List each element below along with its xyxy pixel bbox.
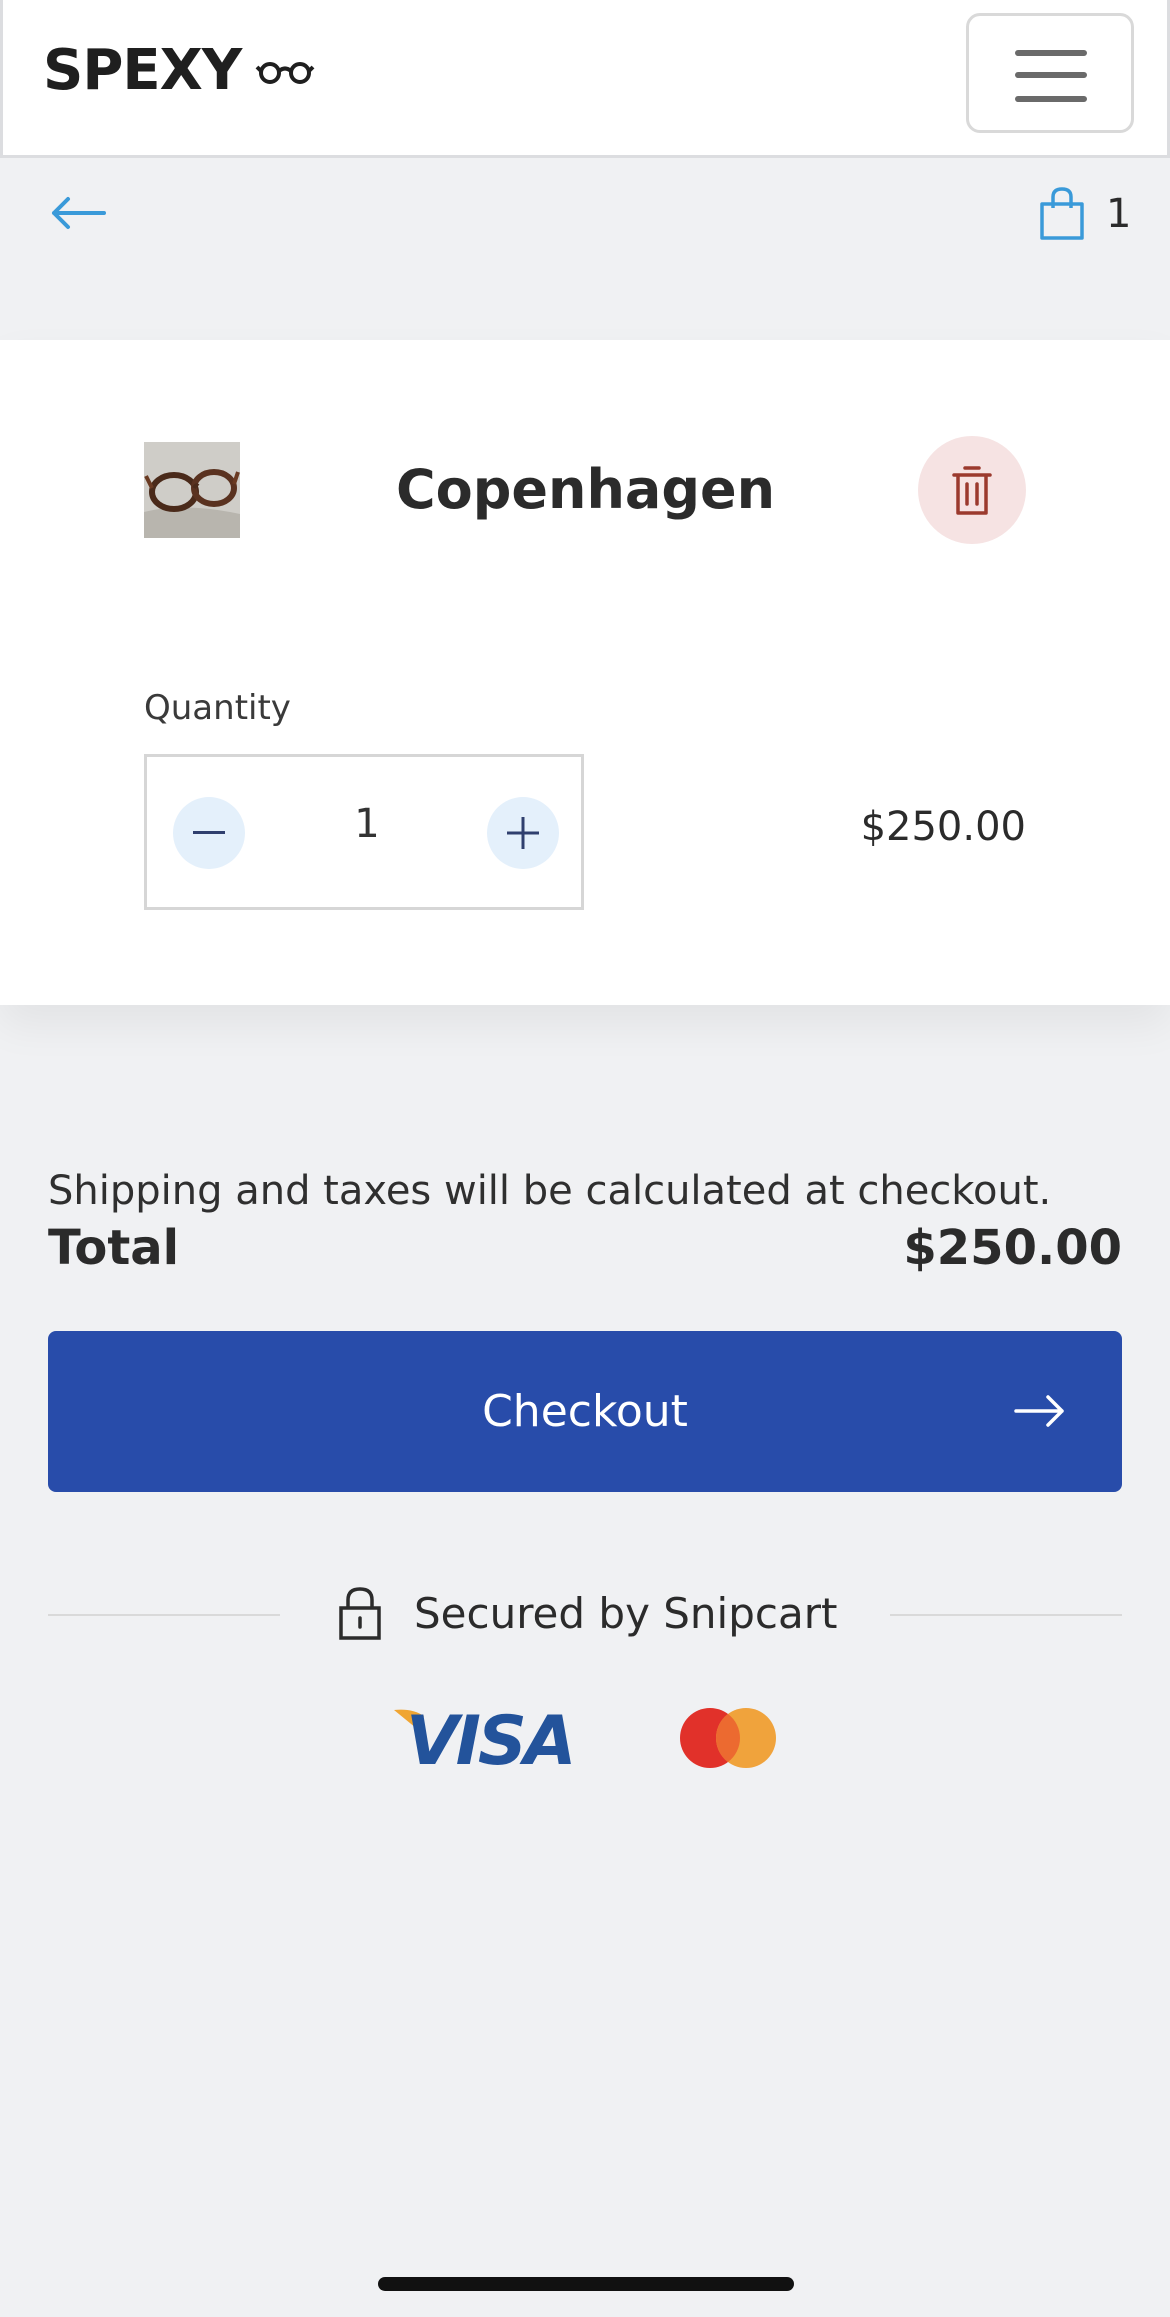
plus-icon	[507, 817, 539, 849]
trash-icon	[952, 466, 992, 515]
mastercard-logo	[680, 1708, 776, 1768]
divider	[890, 1614, 1122, 1616]
arrow-left-icon[interactable]	[50, 196, 106, 230]
lock-icon	[339, 1587, 381, 1640]
hamburger-icon-bar	[1015, 72, 1087, 78]
total-value: $250.00	[903, 1220, 1122, 1276]
cart-item-card: Copenhagen Quantity 1 $250.00	[0, 340, 1170, 1005]
decrease-quantity-button[interactable]	[173, 797, 245, 869]
home-indicator	[378, 2277, 794, 2291]
checkout-button[interactable]: Checkout	[48, 1331, 1122, 1492]
quantity-stepper: 1	[144, 754, 584, 910]
minus-icon	[193, 831, 225, 834]
product-thumbnail	[144, 442, 240, 538]
glasses-product-image	[144, 442, 240, 538]
visa-logo: VISA	[394, 1706, 577, 1770]
cart-indicator[interactable]: 1	[1038, 186, 1131, 242]
item-price: $250.00	[860, 804, 1026, 850]
shipping-note: Shipping and taxes will be calculated at…	[48, 1168, 1052, 1214]
product-name: Copenhagen	[396, 458, 776, 521]
remove-item-button[interactable]	[918, 436, 1026, 544]
secured-text: Secured by Snipcart	[414, 1588, 838, 1638]
hamburger-icon-bar	[1015, 50, 1087, 56]
top-bar: SPEXY	[0, 0, 1170, 158]
menu-button[interactable]	[966, 13, 1134, 133]
security-notice: Secured by Snipcart	[48, 1586, 1122, 1646]
arrow-right-icon	[1014, 1395, 1064, 1427]
payment-methods: VISA	[394, 1706, 778, 1770]
quantity-label: Quantity	[144, 688, 291, 728]
cart-count: 1	[1106, 191, 1132, 237]
svg-text:VISA: VISA	[406, 1706, 574, 1770]
shopping-bag-icon	[1040, 187, 1084, 240]
total-label: Total	[48, 1220, 180, 1276]
divider	[48, 1614, 280, 1616]
site-logo[interactable]: SPEXY	[43, 38, 315, 103]
quantity-value[interactable]: 1	[297, 801, 437, 847]
logo-text: SPEXY	[43, 38, 242, 103]
checkout-label: Checkout	[482, 1386, 688, 1437]
glasses-icon	[255, 61, 315, 84]
increase-quantity-button[interactable]	[487, 797, 559, 869]
hamburger-icon-bar	[1015, 96, 1087, 102]
